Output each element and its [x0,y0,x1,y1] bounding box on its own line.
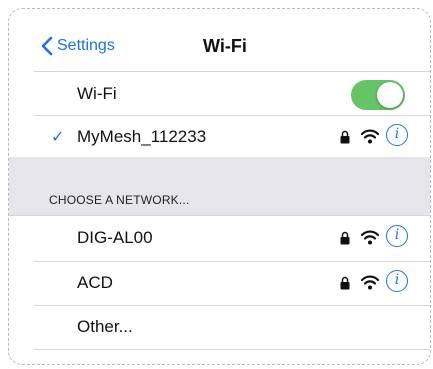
network-row[interactable]: DIG-AL00 i [9,216,430,260]
section-header: CHOOSE A NETWORK... [49,193,190,207]
navigation-bar: Settings Wi-Fi [9,31,430,61]
lock-icon [340,231,350,245]
network-name: ACD [77,273,113,292]
network-name: DIG-AL00 [77,228,153,247]
wifi-toggle-row: Wi-Fi [9,72,430,116]
wifi-icon [361,275,379,290]
info-icon[interactable]: i [386,124,408,146]
connected-network-row[interactable]: ✓ MyMesh_112233 i [9,115,430,159]
info-icon[interactable]: i [386,225,408,247]
info-icon[interactable]: i [386,270,408,292]
section-header-band: CHOOSE A NETWORK... [9,157,430,215]
checkmark-icon: ✓ [51,129,65,146]
wifi-icon [361,230,379,245]
network-row[interactable]: ACD i [9,261,430,305]
lock-icon [340,130,350,144]
network-name: MyMesh_112233 [77,127,207,146]
other-label: Other... [77,317,133,336]
wifi-settings-screen: Settings Wi-Fi Wi-Fi ✓ MyMesh_112233 i C… [8,8,431,365]
other-network-row[interactable]: Other... [9,305,430,349]
wifi-toggle-switch[interactable] [351,80,405,110]
back-button[interactable]: Settings [41,31,115,61]
divider [34,349,430,350]
lock-icon [340,276,350,290]
page-title: Wi-Fi [203,36,247,56]
back-label: Settings [57,37,115,54]
chevron-left-icon [41,36,53,56]
wifi-icon [361,129,379,144]
wifi-toggle-label: Wi-Fi [77,84,117,103]
toggle-knob [377,82,403,108]
